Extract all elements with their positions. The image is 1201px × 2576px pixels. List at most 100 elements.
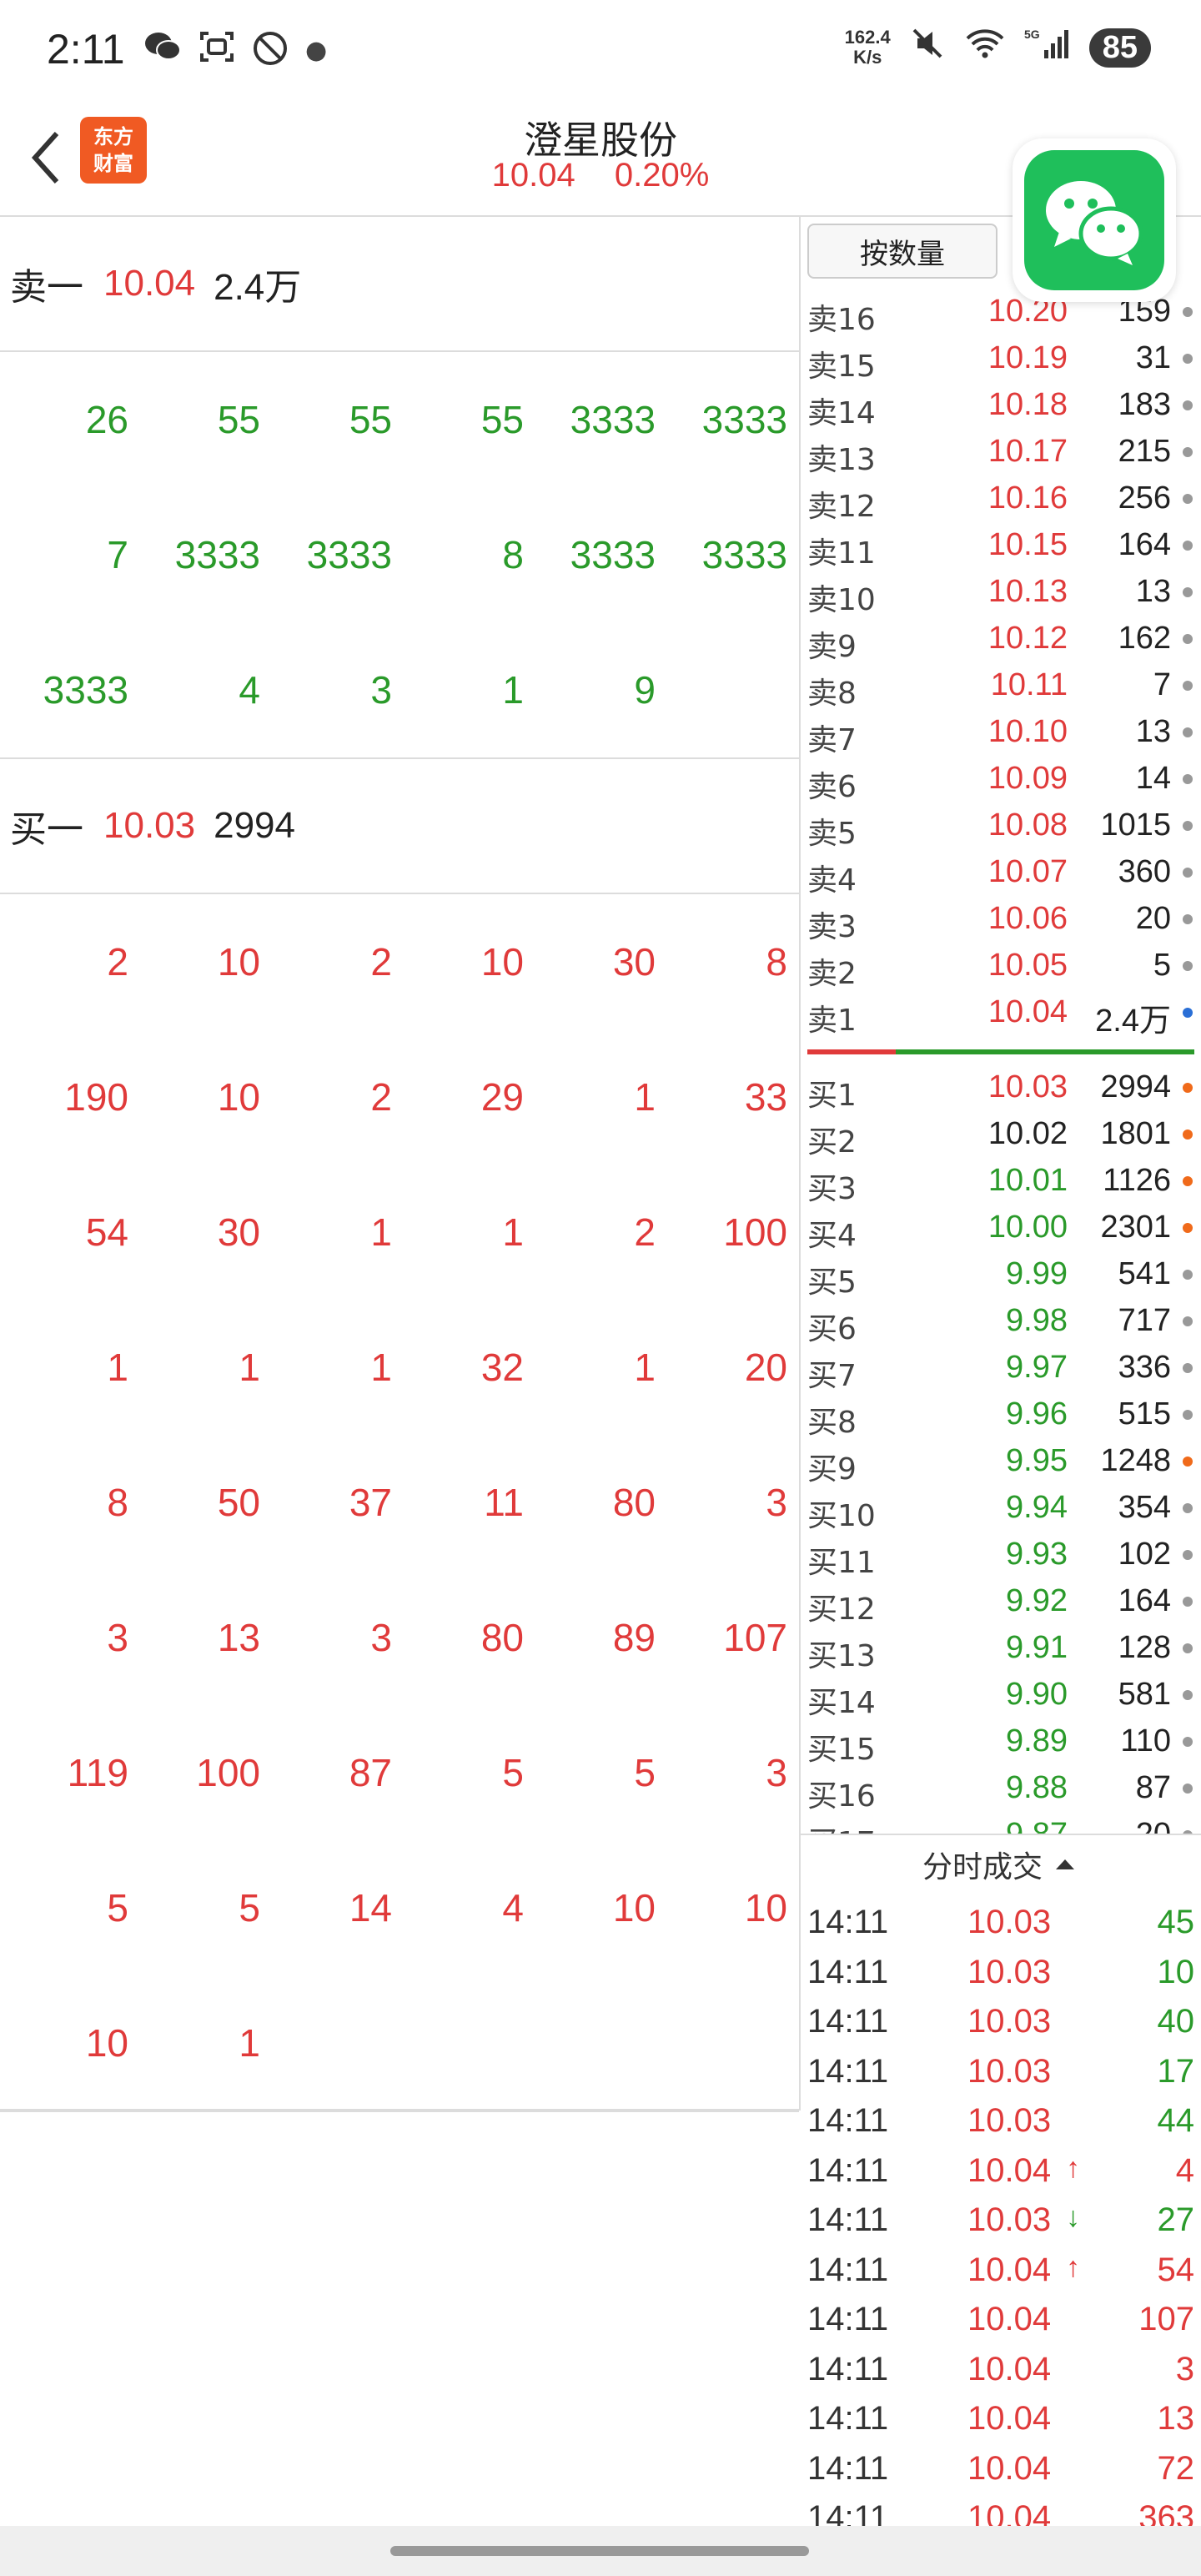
buy-order-cell: 10 [217, 940, 260, 984]
home-gesture-handle[interactable] [390, 2546, 809, 2556]
level-indicator-dot [1183, 1410, 1193, 1420]
bid-row[interactable]: 买17 9.87 20 [801, 1812, 1201, 1834]
sell-order-cell: 55 [480, 398, 524, 441]
ask-row[interactable]: 卖12 10.16 256 [801, 475, 1201, 524]
buy-order-cell: 30 [612, 940, 656, 984]
ask-row[interactable]: 卖15 10.19 31 [801, 335, 1201, 384]
buy-order-cell: 3 [107, 1616, 128, 1659]
level-price: 9.92 [1006, 1583, 1068, 1618]
trade-time: 14:11 [807, 2201, 889, 2238]
ask-row[interactable]: 卖11 10.15 164 [801, 522, 1201, 571]
level-indicator-dot [1183, 541, 1193, 551]
trade-row: 14:11 10.04 ↑ 4 [801, 2144, 1201, 2194]
level-indicator-dot [1183, 587, 1193, 597]
trade-row: 14:11 10.04 107 [801, 2292, 1201, 2342]
bid-row[interactable]: 买1 10.03 2994 [801, 1064, 1201, 1113]
stock-header: 东方 财富 澄星股份 10.04 0.20% [0, 103, 1201, 302]
level-label: 买7 [807, 1359, 857, 1393]
bid-row[interactable]: 买13 9.91 128 [801, 1625, 1201, 1673]
ask-row[interactable]: 卖3 10.06 20 [801, 896, 1201, 944]
level-price: 10.10 [987, 714, 1068, 749]
bid-row[interactable]: 买11 9.93 102 [801, 1532, 1201, 1580]
scan-icon [198, 30, 235, 76]
level-volume: 31 [1135, 340, 1171, 375]
level-price: 9.88 [1006, 1770, 1068, 1805]
trade-volume: 13 [1157, 2400, 1195, 2437]
level-label: 卖12 [807, 490, 876, 524]
trade-price: 10.04 [967, 2350, 1052, 2387]
ask-row[interactable]: 卖14 10.18 183 [801, 382, 1201, 430]
sell-one-header[interactable]: 卖一 10.04 2.4万 [0, 217, 799, 352]
level-price: 9.87 [934, 1817, 1068, 1834]
trade-row: 14:11 10.04 3 [801, 2342, 1201, 2392]
level-price: 10.17 [987, 434, 1068, 469]
buy-order-cell: 8 [766, 940, 787, 984]
level-price: 10.08 [987, 808, 1068, 843]
sell-order-cell: 3333 [174, 533, 260, 576]
bid-row[interactable]: 买7 9.97 336 [801, 1345, 1201, 1393]
trade-volume: 27 [1157, 2201, 1195, 2238]
trades-header[interactable]: 分时成交 [801, 1834, 1201, 1894]
bid-row[interactable]: 买14 9.90 581 [801, 1672, 1201, 1720]
buy-order-cell: 100 [196, 1751, 260, 1794]
trades-list[interactable]: 14:11 10.03 45 14:11 10.03 10 14:11 10.03 40 14:1… [801, 1895, 1201, 2541]
level-indicator-dot [1183, 1083, 1193, 1093]
bid-row[interactable]: 买3 10.01 1126 [801, 1158, 1201, 1206]
trade-time: 14:11 [807, 1904, 889, 1940]
order-book-list[interactable]: 卖16 10.20 159 卖15 10.19 31 卖14 10.18 183 卖13 10.17… [801, 289, 1201, 1834]
level-label: 卖5 [807, 817, 857, 851]
bid-row[interactable]: 买9 9.95 1248 [801, 1438, 1201, 1487]
trade-volume: 17 [1157, 2052, 1195, 2090]
ask-row[interactable]: 卖2 10.05 5 [801, 943, 1201, 991]
buy-order-cell: 2 [370, 1075, 392, 1119]
ask-row[interactable]: 卖9 10.12 162 [801, 616, 1201, 664]
level-label: 卖1 [807, 1004, 857, 1038]
level-price: 10.01 [987, 1163, 1068, 1198]
trade-price: 10.04 [967, 2251, 1052, 2288]
buy-order-cell: 10 [217, 1075, 260, 1119]
wechat-float-button[interactable] [1013, 138, 1176, 302]
buy-order-cell: 4 [502, 1886, 524, 1929]
level-label: 买5 [807, 1265, 857, 1300]
trade-time: 14:11 [807, 2350, 889, 2387]
ask-row[interactable]: 卖5 10.08 1015 [801, 802, 1201, 851]
bid-row[interactable]: 买2 10.02 1801 [801, 1111, 1201, 1160]
level-price: 9.89 [1006, 1723, 1068, 1758]
level-indicator-dot [1183, 307, 1193, 317]
buy-one-header[interactable]: 买一 10.03 2994 [0, 759, 799, 894]
bid-row[interactable]: 买12 9.92 164 [801, 1578, 1201, 1627]
trade-time: 14:11 [807, 2251, 889, 2288]
bid-row[interactable]: 买16 9.88 87 [801, 1765, 1201, 1814]
sort-by-quantity-button[interactable]: 按数量 [807, 224, 997, 279]
level-volume: 256 [1118, 480, 1171, 516]
level-volume: 102 [1118, 1537, 1171, 1572]
level-price: 9.96 [1006, 1396, 1068, 1431]
level-volume: 13 [1135, 714, 1171, 749]
trade-volume: 4 [1175, 2151, 1194, 2189]
ask-row[interactable]: 卖1 10.04 2.4万 [801, 989, 1201, 1039]
ask-row[interactable]: 卖6 10.09 14 [801, 756, 1201, 804]
bid-row[interactable]: 买8 9.96 515 [801, 1391, 1201, 1440]
buy-order-cell: 14 [349, 1886, 392, 1929]
trade-price: 10.03 [967, 2102, 1052, 2139]
buy-order-cell: 1 [239, 2021, 260, 2065]
ask-row[interactable]: 卖8 10.11 7 [801, 662, 1201, 711]
bid-row[interactable]: 买5 9.99 541 [801, 1251, 1201, 1300]
buy-order-cell: 5 [107, 1886, 128, 1929]
ask-row[interactable]: 卖4 10.07 360 [801, 849, 1201, 898]
bid-row[interactable]: 买10 9.94 354 [801, 1485, 1201, 1533]
bid-row[interactable]: 买6 9.98 717 [801, 1298, 1201, 1346]
bid-row[interactable]: 买15 9.89 110 [801, 1718, 1201, 1767]
bid-row[interactable]: 买4 10.00 2301 [801, 1205, 1201, 1253]
level-label: 买1 [807, 1079, 857, 1113]
level-volume: 717 [1118, 1303, 1171, 1338]
level-volume: 7 [1153, 667, 1171, 702]
level-volume: 1015 [1100, 808, 1171, 843]
sell-order-cell: 3333 [701, 398, 787, 441]
ask-row[interactable]: 卖7 10.10 13 [801, 709, 1201, 757]
ask-row[interactable]: 卖10 10.13 13 [801, 569, 1201, 617]
ask-row[interactable]: 卖13 10.17 215 [801, 429, 1201, 477]
trade-time: 14:11 [807, 2400, 889, 2437]
level-label: 买10 [807, 1499, 876, 1533]
trade-price: 10.03 [967, 2052, 1052, 2090]
